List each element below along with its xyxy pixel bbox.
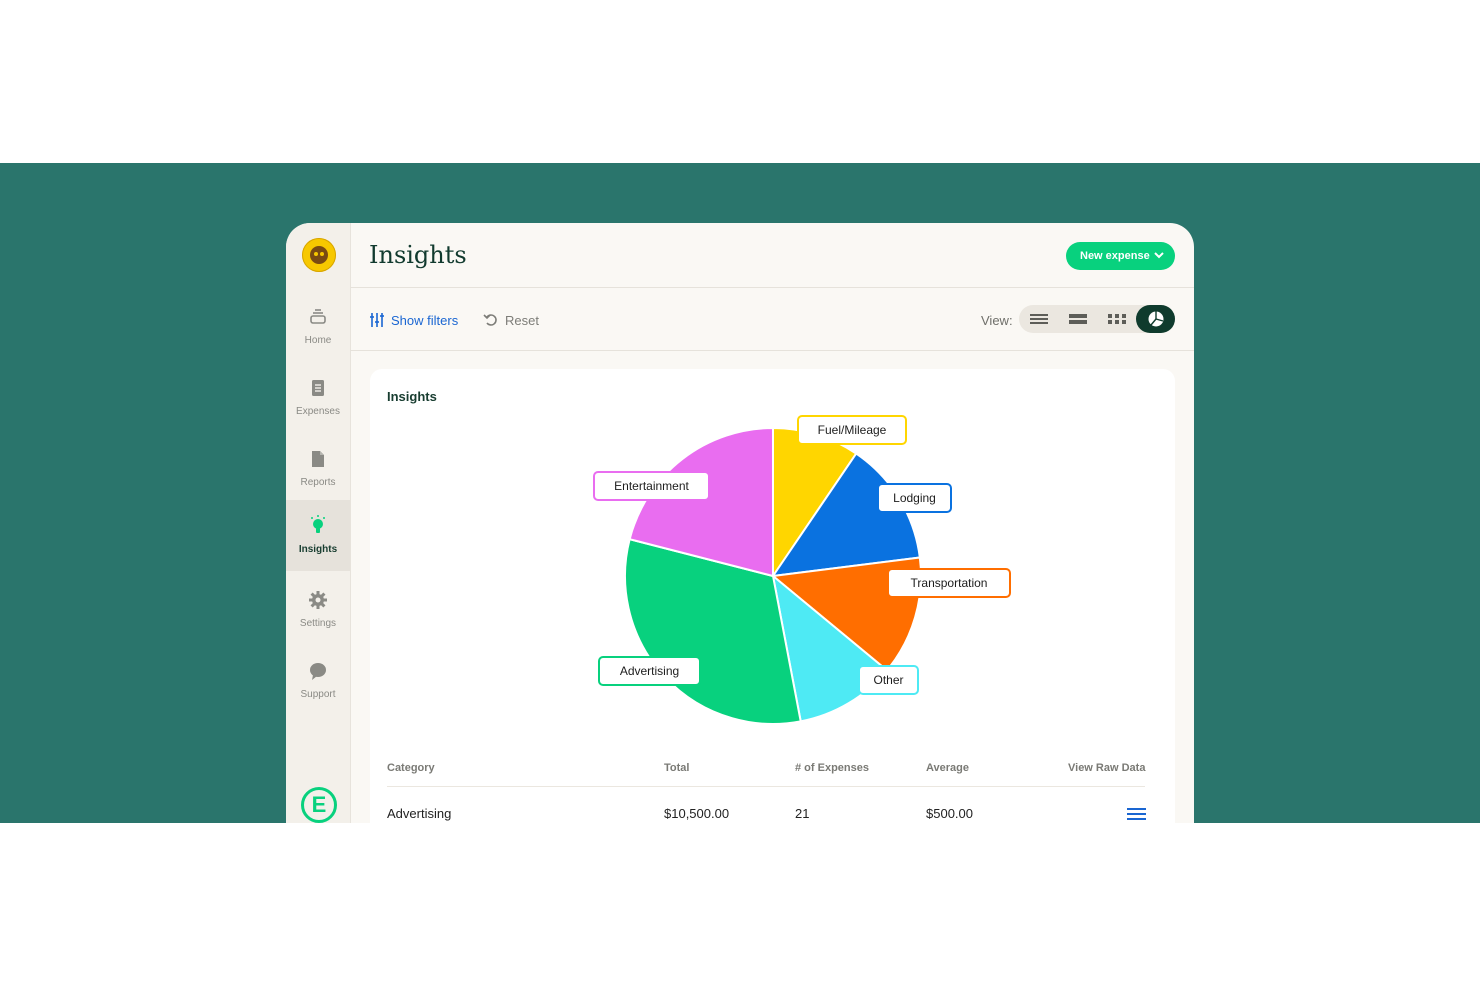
view-pie-button[interactable] xyxy=(1136,305,1175,333)
pie-label-text: Transportation xyxy=(911,576,988,590)
header-divider xyxy=(350,287,1194,288)
column-header-view-raw-data: View Raw Data xyxy=(1068,762,1146,774)
brand-logo: E xyxy=(301,787,337,823)
view-grid-button[interactable] xyxy=(1097,305,1136,333)
avatar[interactable] xyxy=(302,238,336,272)
sidebar-item-home[interactable]: Home xyxy=(286,293,350,364)
avatar-face xyxy=(310,246,328,264)
pie-label-other: Other xyxy=(858,665,919,695)
lightbulb-icon xyxy=(311,515,325,533)
sidebar-item-label: Settings xyxy=(299,618,337,629)
cell-average: $500.00 xyxy=(926,806,973,821)
expenses-icon xyxy=(312,380,324,396)
pie-label-entertainment: Entertainment xyxy=(593,471,710,501)
show-filters-button[interactable]: Show filters xyxy=(369,312,458,328)
pie-label-text: Other xyxy=(873,673,903,687)
view-label: View: xyxy=(981,313,1013,328)
column-header-category: Category xyxy=(387,762,435,774)
sidebar-item-support[interactable]: Support xyxy=(286,647,350,718)
view-list-button[interactable] xyxy=(1019,305,1058,333)
cell-category: Advertising xyxy=(387,806,452,821)
compact-list-icon xyxy=(1069,314,1087,324)
view-compact-button[interactable] xyxy=(1058,305,1097,333)
table-header-divider xyxy=(387,786,1145,787)
reset-label: Reset xyxy=(505,313,539,328)
reports-icon xyxy=(312,451,324,467)
sidebar-item-insights[interactable]: Insights xyxy=(286,500,350,571)
sliders-icon xyxy=(370,313,384,327)
app-window: Home Expenses Reports Insights Settings … xyxy=(286,223,1194,823)
sidebar-item-label: Support xyxy=(300,689,336,700)
show-filters-label: Show filters xyxy=(391,313,459,328)
pie-label-advertising: Advertising xyxy=(598,656,701,686)
pie-label-text: Advertising xyxy=(620,664,679,678)
column-header-total: Total xyxy=(664,762,690,774)
pie-label-fuel-mileage: Fuel/Mileage xyxy=(797,415,907,445)
column-header-average: Average xyxy=(926,762,970,774)
pie-label-text: Lodging xyxy=(893,491,936,505)
undo-icon xyxy=(483,314,497,326)
chevron-down-icon xyxy=(1154,252,1164,259)
list-icon xyxy=(1030,314,1048,324)
insights-card: Insights Fuel/Mileage Lodging Transportati… xyxy=(370,369,1175,823)
gear-icon xyxy=(309,591,327,609)
pie-chart-icon xyxy=(1148,311,1164,327)
pie-chart: Fuel/Mileage Lodging Transportation Other Ad… xyxy=(593,415,1011,725)
sidebar-item-label: Home xyxy=(304,335,332,346)
cell-count: 21 xyxy=(795,806,810,821)
toolbar-divider xyxy=(350,350,1194,351)
view-toggle-group xyxy=(1019,305,1175,333)
pie-label-text: Fuel/Mileage xyxy=(818,423,887,437)
sidebar-item-label: Expenses xyxy=(296,406,340,417)
cell-total: $10,500.00 xyxy=(664,806,730,821)
sidebar-item-label: Reports xyxy=(300,477,336,488)
pie-label-transportation: Transportation xyxy=(887,568,1011,598)
sidebar-item-expenses[interactable]: Expenses xyxy=(286,364,350,435)
chat-bubble-icon xyxy=(310,663,326,680)
sidebar-item-label: Insights xyxy=(298,544,338,555)
page-title: Insights xyxy=(369,241,467,269)
grid-icon xyxy=(1108,314,1126,324)
home-icon xyxy=(310,309,326,324)
pie-label-text: Entertainment xyxy=(614,479,689,493)
new-expense-button[interactable]: New expense xyxy=(1066,242,1175,270)
view-raw-data-icon[interactable] xyxy=(1127,807,1146,821)
sidebar: Home Expenses Reports Insights Settings … xyxy=(286,223,351,823)
pie-label-lodging: Lodging xyxy=(877,483,952,513)
column-header-count: # of Expenses xyxy=(795,762,869,774)
reset-button[interactable]: Reset xyxy=(483,312,539,328)
sidebar-item-settings[interactable]: Settings xyxy=(286,576,350,647)
new-expense-label: New expense xyxy=(1080,250,1150,262)
sidebar-item-reports[interactable]: Reports xyxy=(286,435,350,506)
